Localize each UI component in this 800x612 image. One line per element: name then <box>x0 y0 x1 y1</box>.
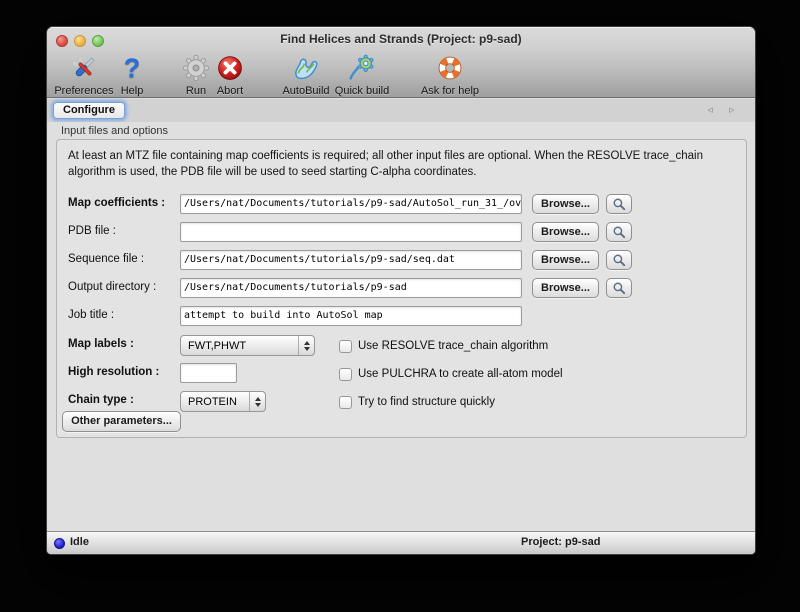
magnifier-icon <box>612 253 627 268</box>
quick-find-checkbox-row: Try to find structure quickly <box>339 394 495 410</box>
toolbar-ask-for-help-button[interactable]: Ask for help <box>408 53 492 97</box>
titlebar[interactable]: Find Helices and Strands (Project: p9-sa… <box>47 27 755 51</box>
popup-arrows-icon <box>249 392 265 411</box>
status-bar: Idle Project: p9-sad <box>47 531 755 554</box>
sequence-file-input[interactable]: /Users/nat/Documents/tutorials/p9-sad/se… <box>180 250 522 270</box>
checkbox-label: Try to find structure quickly <box>358 396 495 408</box>
ribbon-gear-icon <box>347 53 377 83</box>
gear-icon <box>182 53 210 83</box>
field-label: High resolution : <box>68 366 159 378</box>
input-files-groupbox: At least an MTZ file containing map coef… <box>56 139 747 438</box>
magnifier-icon <box>612 225 627 240</box>
job-title-row: Job title : attempt to build into AutoSo… <box>57 306 746 327</box>
app-window: Find Helices and Strands (Project: p9-sa… <box>46 26 756 555</box>
status-dot-icon <box>54 538 65 549</box>
question-icon: ? <box>124 53 141 83</box>
browse-button[interactable]: Browse... <box>532 278 599 298</box>
output-directory-input[interactable]: /Users/nat/Documents/tutorials/p9-sad <box>180 278 522 298</box>
checkbox-label: Use RESOLVE trace_chain algorithm <box>358 340 548 352</box>
popup-arrows-icon <box>298 336 314 355</box>
field-label: Sequence file : <box>68 253 144 265</box>
map-coefficients-row: Map coefficients : /Users/nat/Documents/… <box>57 194 746 215</box>
toolbar-help-button[interactable]: ? Help <box>112 53 152 97</box>
field-label: Map coefficients : <box>68 197 165 209</box>
inspect-file-button[interactable] <box>606 250 632 270</box>
protein-ribbon-icon <box>291 53 321 83</box>
inspect-file-button[interactable] <box>606 194 632 214</box>
lifebuoy-icon <box>436 53 464 83</box>
selected-value: FWT,PHWT <box>181 340 298 352</box>
toolbar-label: Preferences <box>54 85 113 97</box>
resolve-trace-chain-checkbox-row: Use RESOLVE trace_chain algorithm <box>339 338 548 354</box>
magnifier-icon <box>612 197 627 212</box>
browse-button[interactable]: Browse... <box>532 194 599 214</box>
field-label: Chain type : <box>68 394 134 406</box>
toolbar-label: Abort <box>217 85 243 97</box>
browse-button[interactable]: Browse... <box>532 250 599 270</box>
map-coefficients-input[interactable]: /Users/nat/Documents/tutorials/p9-sad/Au… <box>180 194 522 214</box>
checkbox[interactable] <box>339 368 352 381</box>
field-label: PDB file : <box>68 225 116 237</box>
toolbar-label: Quick build <box>335 85 389 97</box>
sequence-file-row: Sequence file : /Users/nat/Documents/tut… <box>57 250 746 271</box>
toolbar-preferences-button[interactable]: Preferences <box>49 53 119 97</box>
pdb-file-input[interactable] <box>180 222 522 242</box>
tab-prev-icon[interactable]: ◃ <box>703 103 717 116</box>
pulchra-checkbox-row: Use PULCHRA to create all-atom model <box>339 366 563 382</box>
toolbar-label: Run <box>186 85 206 97</box>
pdb-file-row: PDB file : Browse... <box>57 222 746 243</box>
toolbar-label: Help <box>121 85 144 97</box>
checkbox-label: Use PULCHRA to create all-atom model <box>358 368 563 380</box>
toolbar-abort-button[interactable]: Abort <box>208 53 252 97</box>
abort-x-icon <box>216 53 244 83</box>
field-label: Output directory : <box>68 281 156 293</box>
magnifier-icon <box>612 281 627 296</box>
toolbar-label: Ask for help <box>421 85 479 97</box>
tools-icon <box>69 53 99 83</box>
project-label: Project: p9-sad <box>521 536 600 548</box>
field-label: Job title : <box>68 309 114 321</box>
output-directory-row: Output directory : /Users/nat/Documents/… <box>57 278 746 299</box>
inspect-file-button[interactable] <box>606 278 632 298</box>
chain-type-select[interactable]: PROTEIN <box>180 391 266 412</box>
toolbar-quick-build-button[interactable]: Quick build <box>325 53 399 97</box>
toolbar-label: AutoBuild <box>282 85 329 97</box>
description-text: At least an MTZ file containing map coef… <box>68 148 740 180</box>
checkbox[interactable] <box>339 396 352 409</box>
tab-strip: Configure ◃ ▹ <box>47 99 755 122</box>
checkbox[interactable] <box>339 340 352 353</box>
window-title: Find Helices and Strands (Project: p9-sa… <box>47 27 755 51</box>
job-title-input[interactable]: attempt to build into AutoSol map <box>180 306 522 326</box>
tab-configure[interactable]: Configure <box>53 102 125 119</box>
high-resolution-input[interactable] <box>180 363 237 383</box>
status-text: Idle <box>70 536 89 548</box>
browse-button[interactable]: Browse... <box>532 222 599 242</box>
selected-value: PROTEIN <box>181 396 249 408</box>
group-label: Input files and options <box>61 125 168 137</box>
map-labels-select[interactable]: FWT,PHWT <box>180 335 315 356</box>
window-chrome: Find Helices and Strands (Project: p9-sa… <box>47 27 755 98</box>
other-parameters-button[interactable]: Other parameters... <box>62 411 181 432</box>
configure-panel: Input files and options At least an MTZ … <box>47 122 755 533</box>
tab-next-icon[interactable]: ▹ <box>725 103 739 116</box>
field-label: Map labels : <box>68 338 134 350</box>
inspect-file-button[interactable] <box>606 222 632 242</box>
